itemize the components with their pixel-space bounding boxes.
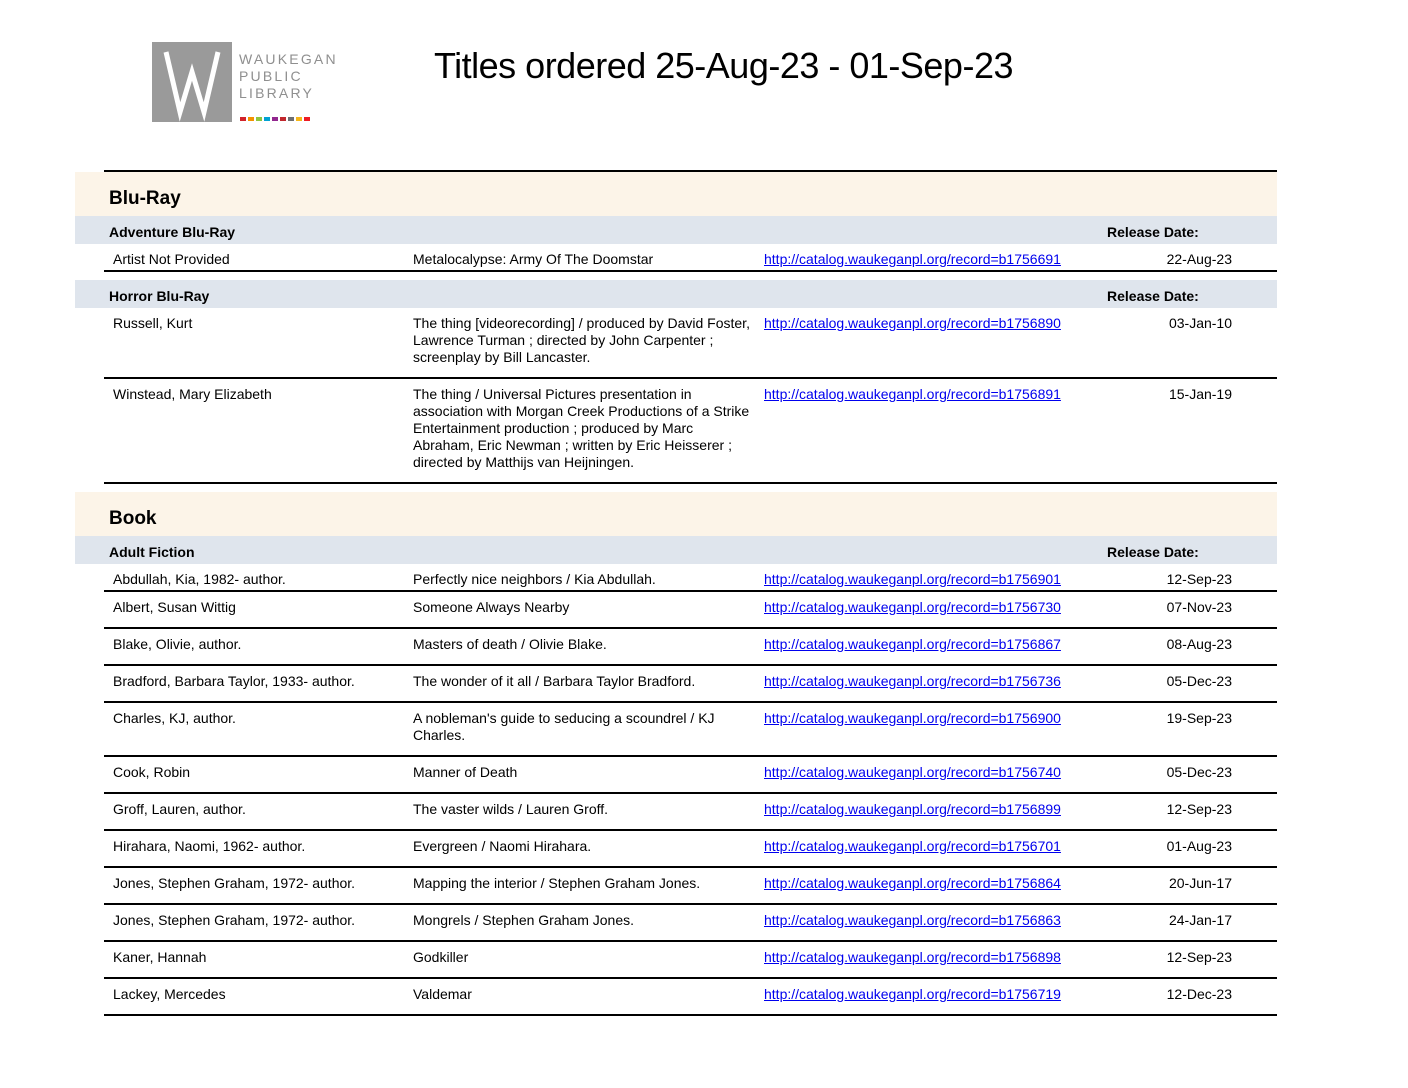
table-row: Albert, Susan Wittig Someone Always Nearb…	[104, 592, 1277, 629]
catalog-link[interactable]: http://catalog.waukeganpl.org/record=b17…	[764, 315, 1061, 332]
author-cell: Cook, Robin	[113, 764, 191, 780]
title-cell: Manner of Death	[413, 764, 518, 780]
author-cell: Groff, Lauren, author.	[113, 801, 246, 817]
release-date-cell: 15-Jan-19	[1168, 386, 1232, 402]
title-cell: The vaster wilds / Lauren Groff.	[413, 801, 609, 817]
catalog-link[interactable]: http://catalog.waukeganpl.org/record=b17…	[764, 673, 1061, 690]
title-cell: Masters of death / Olivie Blake.	[413, 636, 607, 652]
catalog-link[interactable]: http://catalog.waukeganpl.org/record=b17…	[764, 912, 1061, 929]
release-date-cell: 01-Aug-23	[1166, 838, 1232, 854]
page-title: Titles ordered 25-Aug-23 - 01-Sep-23	[434, 45, 1014, 86]
release-date-cell: 19-Sep-23	[1166, 710, 1232, 726]
title-cell: The thing [videorecording] / produced by…	[413, 315, 750, 365]
catalog-link[interactable]: http://catalog.waukeganpl.org/record=b17…	[764, 875, 1061, 892]
report-table: Blu-Ray Adventure Blu-Ray Release Date: Art…	[75, 170, 1277, 1016]
title-cell: Mapping the interior / Stephen Graham Jo…	[413, 875, 701, 891]
table-row: Jones, Stephen Graham, 1972- author. Mong…	[104, 905, 1277, 942]
title-cell: The wonder of it all / Barbara Taylor Br…	[413, 673, 696, 689]
title-cell: Evergreen / Naomi Hirahara.	[413, 838, 592, 854]
release-date-cell: 05-Dec-23	[1166, 673, 1232, 689]
title-cell: Valdemar	[413, 986, 472, 1002]
table-row: Abdullah, Kia, 1982- author. Perfectly ni…	[104, 564, 1277, 592]
catalog-link[interactable]: http://catalog.waukeganpl.org/record=b17…	[764, 571, 1061, 588]
category-header: Adult Fiction Release Date:	[75, 536, 1277, 564]
title-cell: Perfectly nice neighbors / Kia Abdullah.	[413, 571, 656, 587]
section: Blu-Ray Adventure Blu-Ray Release Date: Art…	[75, 170, 1277, 484]
logo-color-strip	[240, 108, 312, 121]
section: Book Adult Fiction Release Date: Abdullah, …	[75, 492, 1277, 1016]
author-cell: Albert, Susan Wittig	[113, 599, 236, 615]
section-heading: Blu-Ray	[75, 172, 1277, 216]
catalog-link[interactable]: http://catalog.waukeganpl.org/record=b17…	[764, 599, 1061, 616]
table-row: Winstead, Mary Elizabeth The thing / Univ…	[104, 379, 1277, 484]
logo-color-swatch	[280, 117, 286, 121]
release-date-cell: 07-Nov-23	[1166, 599, 1232, 615]
logo-color-swatch	[256, 117, 262, 121]
author-cell: Artist Not Provided	[113, 251, 230, 267]
logo-color-swatch	[240, 117, 246, 121]
catalog-link[interactable]: http://catalog.waukeganpl.org/record=b17…	[764, 386, 1061, 403]
author-cell: Abdullah, Kia, 1982- author.	[113, 571, 286, 587]
logo-color-swatch	[296, 117, 302, 121]
table-row: Jones, Stephen Graham, 1972- author. Mapp…	[104, 868, 1277, 905]
logo-wordmark: WAUKEGAN PUBLIC LIBRARY	[239, 51, 338, 101]
release-date-cell: 12-Sep-23	[1166, 949, 1232, 965]
author-cell: Jones, Stephen Graham, 1972- author.	[113, 875, 356, 891]
logo-color-swatch	[248, 117, 254, 121]
table-row: Russell, Kurt The thing [videorecording] …	[104, 308, 1277, 379]
catalog-link[interactable]: http://catalog.waukeganpl.org/record=b17…	[764, 710, 1061, 727]
author-cell: Russell, Kurt	[113, 315, 193, 331]
title-cell: The thing / Universal Pictures presentat…	[413, 386, 750, 470]
author-cell: Bradford, Barbara Taylor, 1933- author.	[113, 673, 355, 689]
table-row: Charles, KJ, author. A nobleman's guide t…	[104, 703, 1277, 757]
catalog-link[interactable]: http://catalog.waukeganpl.org/record=b17…	[764, 251, 1061, 268]
table-row: Bradford, Barbara Taylor, 1933- author. T…	[104, 666, 1277, 703]
title-cell: Godkiller	[413, 949, 469, 965]
release-date-cell: 05-Dec-23	[1166, 764, 1232, 780]
title-cell: Someone Always Nearby	[413, 599, 570, 615]
catalog-link[interactable]: http://catalog.waukeganpl.org/record=b17…	[764, 636, 1061, 653]
title-cell: Mongrels / Stephen Graham Jones.	[413, 912, 635, 928]
author-cell: Lackey, Mercedes	[113, 986, 226, 1002]
author-cell: Winstead, Mary Elizabeth	[113, 386, 272, 402]
catalog-link[interactable]: http://catalog.waukeganpl.org/record=b17…	[764, 949, 1061, 966]
title-cell: Metalocalypse: Army Of The Doomstar	[413, 251, 654, 267]
release-date-cell: 03-Jan-10	[1168, 315, 1232, 331]
logo-color-swatch	[272, 117, 278, 121]
release-date-cell: 12-Dec-23	[1166, 986, 1232, 1002]
category-header: Horror Blu-Ray Release Date:	[75, 280, 1277, 308]
table-row: Hirahara, Naomi, 1962- author. Evergreen …	[104, 831, 1277, 868]
logo-color-swatch	[264, 117, 270, 121]
release-date-cell: 20-Jun-17	[1168, 875, 1232, 891]
logo-w-icon	[152, 42, 232, 122]
release-date-cell: 24-Jan-17	[1168, 912, 1232, 928]
author-cell: Kaner, Hannah	[113, 949, 207, 965]
catalog-link[interactable]: http://catalog.waukeganpl.org/record=b17…	[764, 801, 1061, 818]
author-cell: Blake, Olivie, author.	[113, 636, 242, 652]
category-header: Adventure Blu-Ray Release Date:	[75, 216, 1277, 244]
logo-color-swatch	[288, 117, 294, 121]
release-date-cell: 12-Sep-23	[1166, 801, 1232, 817]
library-logo: WAUKEGAN PUBLIC LIBRARY	[152, 42, 357, 122]
release-date-cell: 12-Sep-23	[1166, 571, 1232, 587]
table-row: Blake, Olivie, author. Masters of death /…	[104, 629, 1277, 666]
author-cell: Hirahara, Naomi, 1962- author.	[113, 838, 306, 854]
catalog-link[interactable]: http://catalog.waukeganpl.org/record=b17…	[764, 986, 1061, 1003]
title-cell: A nobleman's guide to seducing a scoundr…	[413, 710, 715, 743]
table-row: Groff, Lauren, author. The vaster wilds /…	[104, 794, 1277, 831]
table-row: Cook, Robin Manner of Death http://catalog…	[104, 757, 1277, 794]
release-date-cell: 22-Aug-23	[1166, 251, 1232, 267]
author-cell: Charles, KJ, author.	[113, 710, 236, 726]
catalog-link[interactable]: http://catalog.waukeganpl.org/record=b17…	[764, 764, 1061, 781]
author-cell: Jones, Stephen Graham, 1972- author.	[113, 912, 356, 928]
table-row: Lackey, Mercedes Valdemar http://catalog.w…	[104, 979, 1277, 1016]
table-row: Artist Not Provided Metalocalypse: Army O…	[104, 244, 1277, 272]
catalog-link[interactable]: http://catalog.waukeganpl.org/record=b17…	[764, 838, 1061, 855]
release-date-cell: 08-Aug-23	[1166, 636, 1232, 652]
table-row: Kaner, Hannah Godkiller http://catalog.wau…	[104, 942, 1277, 979]
section-heading: Book	[75, 492, 1277, 536]
logo-color-swatch	[304, 117, 310, 121]
